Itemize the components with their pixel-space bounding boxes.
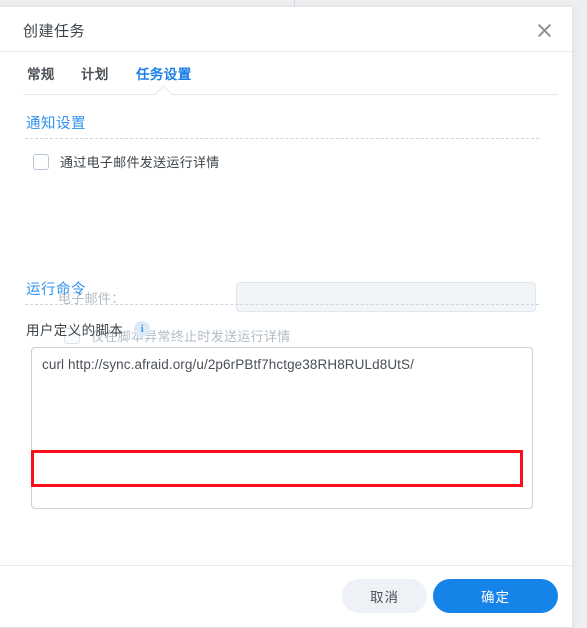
section-title-notification: 通知设置 bbox=[26, 116, 86, 132]
close-icon[interactable] bbox=[530, 16, 558, 44]
tab-general[interactable]: 常规 bbox=[27, 63, 55, 83]
script-label: 用户定义的脚本 bbox=[26, 323, 124, 338]
confirm-button[interactable]: 确定 bbox=[433, 579, 558, 613]
dialog-header: 创建任务 bbox=[0, 7, 572, 52]
tab-bar: 常规 计划 任务设置 bbox=[0, 52, 572, 104]
email-field-row: 电子邮件： bbox=[58, 282, 536, 312]
send-email-label: 通过电子邮件发送运行详情 bbox=[60, 155, 220, 170]
section-title-run-command: 运行命令 bbox=[26, 282, 86, 298]
section-divider-run-command bbox=[25, 304, 539, 305]
dialog-footer: 取消 确定 bbox=[0, 565, 572, 627]
create-task-dialog: 创建任务 常规 计划 任务设置 通知设置 通过电子邮件发送运行详情 电子邮件： … bbox=[0, 6, 573, 628]
email-input[interactable] bbox=[236, 282, 536, 312]
send-email-row[interactable]: 通过电子邮件发送运行详情 bbox=[33, 152, 220, 171]
send-email-checkbox[interactable] bbox=[33, 153, 49, 170]
tab-schedule[interactable]: 计划 bbox=[81, 63, 109, 83]
tab-task-settings[interactable]: 任务设置 bbox=[136, 63, 192, 83]
dialog-body: 通知设置 通过电子邮件发送运行详情 电子邮件： 仅在脚本异常终止时发送运行详情 … bbox=[0, 95, 572, 600]
script-label-row: 用户定义的脚本 i bbox=[26, 319, 151, 339]
user-script-textarea[interactable]: curl http://sync.afraid.org/u/2p6rPBtf7h… bbox=[31, 347, 533, 509]
info-icon[interactable]: i bbox=[134, 321, 151, 337]
dialog-title: 创建任务 bbox=[23, 23, 86, 40]
section-divider-notification bbox=[25, 138, 539, 139]
cancel-button[interactable]: 取消 bbox=[342, 579, 427, 613]
